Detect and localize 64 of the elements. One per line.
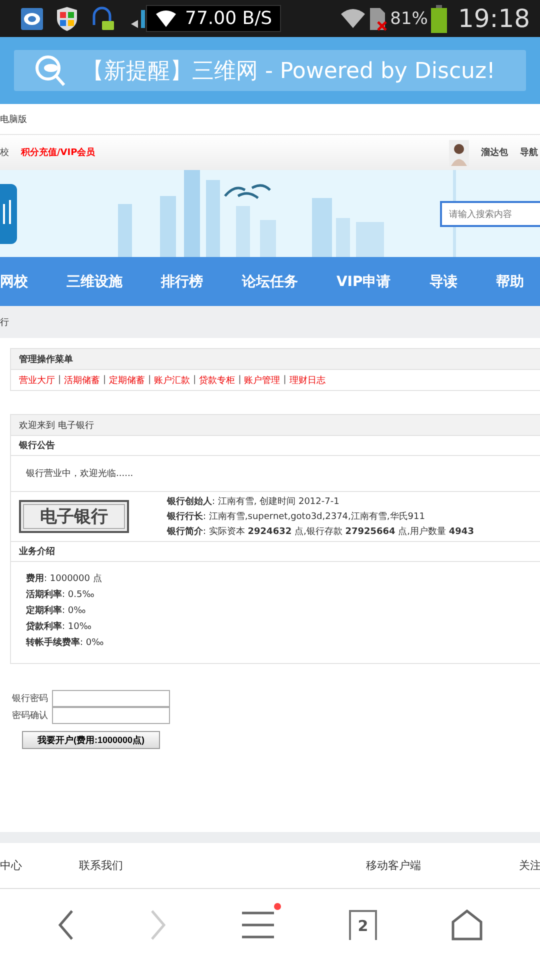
nav-tab[interactable]: 帮助 <box>496 272 524 290</box>
shield-icon <box>56 6 78 32</box>
notice-text: 银行营业中，欢迎光临...... <box>26 468 134 480</box>
separator: | <box>238 375 242 385</box>
separator: | <box>103 375 106 385</box>
menu-link[interactable]: 账户管理 <box>244 374 280 386</box>
back-icon[interactable] <box>57 908 75 940</box>
panel-title: 管理操作菜单 <box>19 353 73 366</box>
top-link[interactable]: 导航 <box>520 146 538 159</box>
panel-title: 欢迎来到 电子银行 <box>19 420 94 432</box>
menu-icon[interactable] <box>241 910 275 938</box>
app-icon <box>20 6 44 30</box>
breadcrumb[interactable]: 行 <box>0 316 9 328</box>
nav-tab[interactable]: VIP申请 <box>336 272 391 290</box>
separator: | <box>148 375 152 385</box>
bank-logo: 电子银行 <box>19 500 129 533</box>
wifi-icon <box>155 10 177 28</box>
network-speed: 77.00 B/S <box>185 8 272 29</box>
nav-tab[interactable]: 导读 <box>429 272 458 290</box>
sim-card-icon <box>368 6 388 32</box>
top-link[interactable]: 校 <box>0 146 9 159</box>
footer-link[interactable]: 移动客户端 <box>366 858 519 873</box>
section-title: 业务介绍 <box>19 545 55 558</box>
nav-tab[interactable]: 排行榜 <box>161 272 204 290</box>
password-field[interactable] <box>52 707 170 724</box>
info-line: 银行行长: 江南有雪,supernet,goto3d,2374,江南有雪,华氏911 <box>167 510 426 523</box>
avatar-icon <box>449 140 469 166</box>
nav-tab[interactable]: 网校 <box>0 272 28 290</box>
clock: 19:18 <box>458 4 530 33</box>
menu-link[interactable]: 贷款专柜 <box>199 374 236 386</box>
separator: | <box>58 375 62 385</box>
separator: | <box>283 375 286 385</box>
top-link[interactable]: 溜达包 <box>481 146 508 159</box>
desktop-version-link[interactable]: 电脑版 <box>0 112 27 126</box>
footer-link[interactable]: 中心 <box>0 858 79 873</box>
battery-icon <box>430 4 448 32</box>
site-logo-icon <box>0 184 18 244</box>
intro-line: 定期利率: 0‰ <box>26 604 87 617</box>
menu-link[interactable]: 账户汇款 <box>154 374 190 386</box>
tabs-button[interactable]: 2 <box>349 910 377 940</box>
intro-line: 转帐手续费率: 0‰ <box>26 636 105 649</box>
search-field[interactable]: 请输入搜索内容 <box>440 200 540 226</box>
info-line: 银行简介: 实际资本 2924632 点,银行存款 27925664 点,用户数量 4943 <box>167 526 474 538</box>
separator: | <box>193 375 196 385</box>
menu-link[interactable]: 活期储蓄 <box>64 374 100 386</box>
intro-line: 费用: 1000000 点 <box>26 572 103 585</box>
section-title: 银行公告 <box>19 439 55 452</box>
nav-tab[interactable]: 三维设施 <box>66 272 123 290</box>
intro-line: 贷款利率: 10‰ <box>26 620 92 633</box>
info-line: 银行创始人: 江南有雪, 创建时间 2012-7-1 <box>167 496 340 508</box>
field-label: 银行密码 <box>12 692 48 705</box>
intro-line: 活期利率: 0.5‰ <box>26 588 96 601</box>
field-label: 密码确认 <box>12 710 48 722</box>
nav-tab[interactable]: 论坛任务 <box>242 272 298 290</box>
menu-link[interactable]: 营业大厅 <box>19 374 55 386</box>
battery-percent: 81% <box>390 8 428 28</box>
search-icon <box>34 54 68 88</box>
footer-link[interactable]: 联系我们 <box>79 858 366 873</box>
home-icon[interactable] <box>451 908 483 940</box>
menu-link[interactable]: 定期储蓄 <box>109 374 146 386</box>
top-link[interactable]: 积分充值/VIP会员 <box>21 146 96 159</box>
open-account-button[interactable]: 我要开户(费用:1000000点) <box>22 731 160 749</box>
password-field[interactable] <box>52 690 170 707</box>
menu-link[interactable]: 理财日志 <box>289 374 326 386</box>
